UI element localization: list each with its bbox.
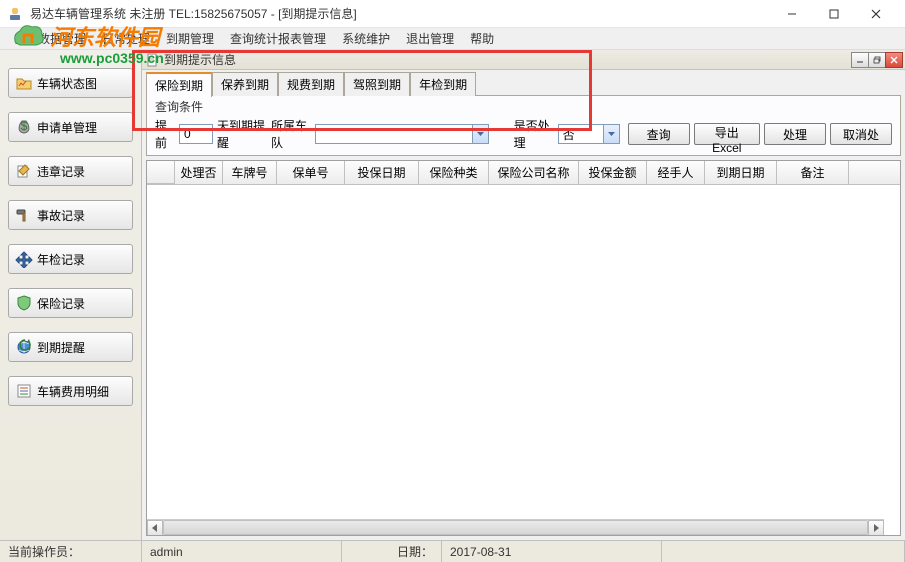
cancel-process-button[interactable]: 取消处: [830, 123, 892, 145]
col-remark[interactable]: 备注: [777, 161, 849, 184]
sidebar-item-violations[interactable]: 违章记录: [8, 156, 133, 186]
grid-corner: [147, 161, 175, 184]
sidebar-item-insurance[interactable]: 保险记录: [8, 288, 133, 318]
statusbar: 当前操作员： admin 日期： 2017-08-31: [0, 540, 905, 562]
content-area: 到期提示信息 保险到期 保养到期 规费到期 驾照到期 年检到期 查询条件 提前 …: [142, 50, 905, 540]
sidebar-item-expense-detail[interactable]: 车辆费用明细: [8, 376, 133, 406]
col-handled[interactable]: 处理否: [175, 161, 223, 184]
tab-strip: 保险到期 保养到期 规费到期 驾照到期 年检到期: [142, 70, 905, 96]
sidebar-item-due-reminder[interactable]: 到期提醒: [8, 332, 133, 362]
note-pen-icon: [15, 162, 33, 180]
col-due-date[interactable]: 到期日期: [705, 161, 777, 184]
titlebar: 易达车辆管理系统 未注册 TEL:15825675057 - [到期提示信息]: [0, 0, 905, 28]
col-insure-type[interactable]: 保险种类: [419, 161, 489, 184]
hammer-icon: [15, 206, 33, 224]
handled-label: 是否处理: [514, 117, 554, 151]
tab-fees-due[interactable]: 规费到期: [278, 72, 344, 96]
svg-text:$: $: [21, 119, 28, 133]
tab-insurance-due[interactable]: 保险到期: [146, 72, 212, 97]
fleet-combo-dropdown[interactable]: [473, 124, 489, 144]
menu-system[interactable]: 系统维护: [334, 28, 398, 49]
close-button[interactable]: [855, 0, 897, 28]
col-plate[interactable]: 车牌号: [223, 161, 277, 184]
horizontal-scrollbar[interactable]: [147, 519, 884, 535]
arrows-cross-icon: [15, 250, 33, 268]
col-insure-date[interactable]: 投保日期: [345, 161, 419, 184]
query-fieldset-label: 查询条件: [155, 98, 892, 115]
col-policy-no[interactable]: 保单号: [277, 161, 345, 184]
process-button[interactable]: 处理: [764, 123, 826, 145]
mdi-restore-button[interactable]: [868, 52, 886, 68]
grid-header: 处理否 车牌号 保单号 投保日期 保险种类 保险公司名称 投保金额 经手人 到期…: [147, 161, 900, 185]
sidebar-item-label: 车辆状态图: [37, 75, 97, 92]
mdi-subwindow-header: 到期提示信息: [142, 50, 905, 70]
scroll-thumb[interactable]: [163, 520, 868, 535]
handled-select[interactable]: 否: [558, 124, 604, 144]
sidebar-item-vehicle-status[interactable]: 车辆状态图: [8, 68, 133, 98]
scroll-right-arrow[interactable]: [868, 520, 884, 536]
money-bag-icon: $: [15, 118, 33, 136]
sidebar-item-annual-inspection[interactable]: 年检记录: [8, 244, 133, 274]
sidebar-item-label: 事故记录: [37, 207, 85, 224]
data-grid[interactable]: 处理否 车牌号 保单号 投保日期 保险种类 保险公司名称 投保金额 经手人 到期…: [146, 160, 901, 536]
folder-chart-icon: [15, 74, 33, 92]
fleet-combo-input[interactable]: [315, 124, 473, 144]
maximize-button[interactable]: [813, 0, 855, 28]
status-operator-value: admin: [142, 541, 342, 562]
status-operator-label: 当前操作员：: [0, 541, 142, 562]
advance-label: 提前: [155, 117, 175, 151]
sidebar-item-label: 保险记录: [37, 295, 85, 312]
col-company[interactable]: 保险公司名称: [489, 161, 579, 184]
sidebar-item-label: 车辆费用明细: [37, 383, 109, 400]
tab-maintenance-due[interactable]: 保养到期: [212, 72, 278, 96]
export-excel-button[interactable]: 导出Excel: [694, 123, 760, 145]
sidebar-item-label: 到期提醒: [37, 339, 85, 356]
status-date-value: 2017-08-31: [442, 541, 662, 562]
tab-inspection-due[interactable]: 年检到期: [410, 72, 476, 96]
sidebar-item-label: 违章记录: [37, 163, 85, 180]
handled-dropdown[interactable]: [604, 124, 620, 144]
sidebar-item-applications[interactable]: $ 申请单管理: [8, 112, 133, 142]
sidebar-item-accidents[interactable]: 事故记录: [8, 200, 133, 230]
grid-body[interactable]: [147, 185, 900, 536]
minimize-button[interactable]: [771, 0, 813, 28]
tab-license-due[interactable]: 驾照到期: [344, 72, 410, 96]
menu-reports[interactable]: 查询统计报表管理: [222, 28, 334, 49]
sidebar-item-label: 年检记录: [37, 251, 85, 268]
window-title: 易达车辆管理系统 未注册 TEL:15825675057 - [到期提示信息]: [30, 5, 771, 22]
query-panel: 查询条件 提前 天到期提醒 所属车队 是否处理 否 查询 导出Excel: [146, 96, 901, 156]
mdi-close-button[interactable]: [885, 52, 903, 68]
status-date-label: 日期：: [342, 541, 442, 562]
sidebar: 车辆状态图 $ 申请单管理 违章记录 事故记录 年检记录 保险记录 到期提醒 车: [0, 50, 142, 540]
col-amount[interactable]: 投保金额: [579, 161, 647, 184]
mdi-minimize-button[interactable]: [851, 52, 869, 68]
fleet-label: 所属车队: [271, 117, 311, 151]
menu-basic-data[interactable]: 基本数据管理: [6, 28, 94, 49]
app-icon: [8, 6, 24, 22]
col-handler[interactable]: 经手人: [647, 161, 705, 184]
menubar: 基本数据管理 日常处理 到期管理 查询统计报表管理 系统维护 退出管理 帮助: [0, 28, 905, 50]
list-sheet-icon: [15, 382, 33, 400]
status-spacer: [662, 541, 905, 562]
menu-daily[interactable]: 日常处理: [94, 28, 158, 49]
search-button[interactable]: 查询: [628, 123, 690, 145]
mdi-title: 到期提示信息: [164, 51, 852, 68]
advance-suffix-label: 天到期提醒: [217, 117, 267, 151]
advance-days-input[interactable]: [179, 124, 213, 144]
globe-refresh-icon: [15, 338, 33, 356]
shield-icon: [15, 294, 33, 312]
menu-exit[interactable]: 退出管理: [398, 28, 462, 49]
sidebar-item-label: 申请单管理: [37, 119, 97, 136]
menu-help[interactable]: 帮助: [462, 28, 502, 49]
scroll-left-arrow[interactable]: [147, 520, 163, 536]
document-icon: [146, 53, 160, 67]
menu-due[interactable]: 到期管理: [158, 28, 222, 49]
